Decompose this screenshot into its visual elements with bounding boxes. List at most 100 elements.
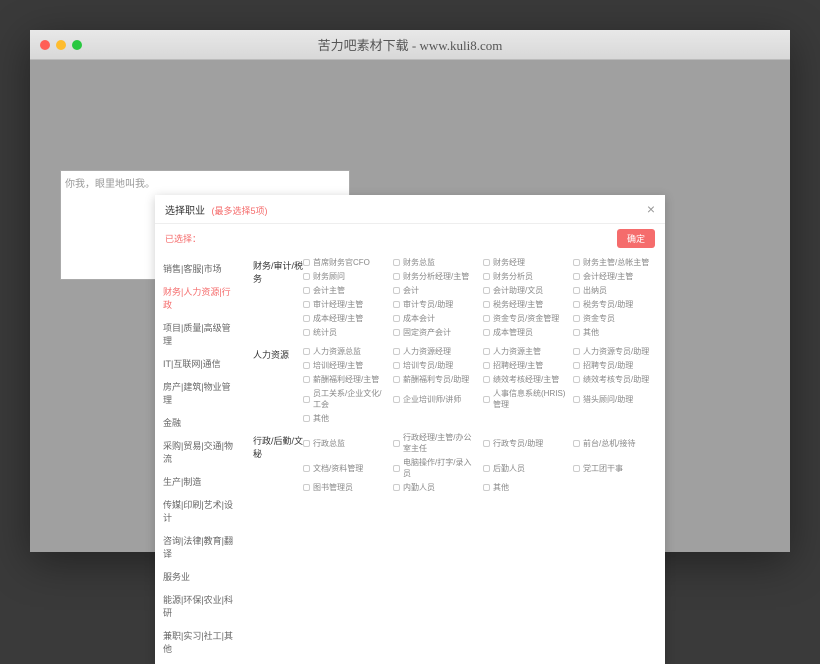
job-option[interactable]: 财务顾问 <box>303 271 389 282</box>
job-option[interactable]: 财务分析员 <box>483 271 569 282</box>
job-label: 员工关系/企业文化/工会 <box>313 388 389 410</box>
titlebar: 苦力吧素材下载 - www.kuli8.com <box>30 30 790 60</box>
job-option[interactable]: 税务经理/主管 <box>483 299 569 310</box>
checkbox-icon <box>303 465 310 472</box>
confirm-button[interactable]: 确定 <box>617 229 655 248</box>
job-option[interactable]: 财务总监 <box>393 257 479 268</box>
job-label: 首席财务官CFO <box>313 257 370 268</box>
job-option[interactable]: 后勤人员 <box>483 457 569 479</box>
job-option[interactable]: 人力资源主管 <box>483 346 569 357</box>
job-option[interactable]: 资金专员 <box>573 313 659 324</box>
sidebar-item[interactable]: 生产|制造 <box>155 470 247 493</box>
checkbox-icon <box>393 484 400 491</box>
job-label: 会计经理/主管 <box>583 271 633 282</box>
sidebar-item[interactable]: 能源|环保|农业|科研 <box>155 588 247 624</box>
job-option[interactable]: 绩效考核专员/助理 <box>573 374 659 385</box>
checkbox-icon <box>393 376 400 383</box>
job-option[interactable]: 固定资产会计 <box>393 327 479 338</box>
checkbox-icon <box>303 259 310 266</box>
job-option[interactable]: 培训专员/助理 <box>393 360 479 371</box>
checkbox-icon <box>483 376 490 383</box>
job-option[interactable]: 其他 <box>303 413 389 424</box>
job-option[interactable]: 文档/资料管理 <box>303 457 389 479</box>
job-label: 行政总监 <box>313 438 345 449</box>
checkbox-icon <box>303 484 310 491</box>
job-option[interactable]: 培训经理/主管 <box>303 360 389 371</box>
checkbox-icon <box>393 273 400 280</box>
job-option[interactable]: 会计经理/主管 <box>573 271 659 282</box>
job-label: 其他 <box>313 413 329 424</box>
job-option[interactable]: 统计员 <box>303 327 389 338</box>
job-option[interactable]: 财务主管/总帐主管 <box>573 257 659 268</box>
job-option[interactable]: 行政专员/助理 <box>483 432 569 454</box>
sidebar-item[interactable]: 金融 <box>155 411 247 434</box>
sidebar-item[interactable]: 兼职|实习|社工|其他 <box>155 624 247 660</box>
job-label: 其他 <box>583 327 599 338</box>
job-label: 培训专员/助理 <box>403 360 453 371</box>
job-option[interactable]: 出纳员 <box>573 285 659 296</box>
close-icon[interactable]: × <box>647 201 655 217</box>
job-label: 电脑操作/打字/录入员 <box>403 457 479 479</box>
job-option[interactable]: 行政经理/主管/办公室主任 <box>393 432 479 454</box>
job-label: 成本会计 <box>403 313 435 324</box>
job-option[interactable]: 猎头顾问/助理 <box>573 388 659 410</box>
job-label: 党工团干事 <box>583 463 623 474</box>
job-option[interactable]: 电脑操作/打字/录入员 <box>393 457 479 479</box>
job-label: 资金专员 <box>583 313 615 324</box>
job-option[interactable]: 人事信息系统(HRIS)管理 <box>483 388 569 410</box>
job-option[interactable]: 企业培训师/讲师 <box>393 388 479 410</box>
sidebar-item[interactable]: 房产|建筑|物业管理 <box>155 375 247 411</box>
sidebar-item[interactable]: 传媒|印刷|艺术|设计 <box>155 493 247 529</box>
job-option[interactable]: 成本会计 <box>393 313 479 324</box>
checkbox-icon <box>573 440 580 447</box>
sidebar-item[interactable]: 咨询|法律|教育|翻译 <box>155 529 247 565</box>
job-option[interactable]: 人力资源专员/助理 <box>573 346 659 357</box>
job-option[interactable]: 财务经理 <box>483 257 569 268</box>
job-option[interactable]: 薪酬福利专员/助理 <box>393 374 479 385</box>
job-option[interactable]: 资金专员/资金管理 <box>483 313 569 324</box>
job-option[interactable]: 绩效考核经理/主管 <box>483 374 569 385</box>
job-option[interactable]: 内勤人员 <box>393 482 479 493</box>
job-option[interactable]: 会计助理/文员 <box>483 285 569 296</box>
job-option[interactable]: 其他 <box>483 482 569 493</box>
job-label: 猎头顾问/助理 <box>583 394 633 405</box>
job-option[interactable]: 财务分析经理/主管 <box>393 271 479 282</box>
group-title: 行政/后勤/文秘 <box>253 432 303 493</box>
job-label: 绩效考核经理/主管 <box>493 374 559 385</box>
sidebar-item[interactable]: 服务业 <box>155 565 247 588</box>
checkbox-icon <box>483 273 490 280</box>
job-option[interactable]: 行政总监 <box>303 432 389 454</box>
job-option[interactable]: 成本经理/主管 <box>303 313 389 324</box>
job-option[interactable]: 会计主管 <box>303 285 389 296</box>
sidebar-item[interactable]: 销售|客服|市场 <box>155 257 247 280</box>
job-option[interactable]: 人力资源总监 <box>303 346 389 357</box>
job-option[interactable]: 招聘专员/助理 <box>573 360 659 371</box>
job-option[interactable]: 审计经理/主管 <box>303 299 389 310</box>
job-option[interactable]: 员工关系/企业文化/工会 <box>303 388 389 410</box>
job-option[interactable]: 会计 <box>393 285 479 296</box>
job-option[interactable]: 审计专员/助理 <box>393 299 479 310</box>
sidebar-item[interactable]: 财务|人力资源|行政 <box>155 280 247 316</box>
category-sidebar: 销售|客服|市场财务|人力资源|行政项目|质量|高级管理IT|互联网|通信房产|… <box>155 253 247 664</box>
job-option[interactable]: 图书管理员 <box>303 482 389 493</box>
job-label: 行政经理/主管/办公室主任 <box>403 432 479 454</box>
sidebar-item[interactable]: 项目|质量|高级管理 <box>155 316 247 352</box>
job-option[interactable]: 首席财务官CFO <box>303 257 389 268</box>
job-option[interactable]: 人力资源经理 <box>393 346 479 357</box>
checkbox-icon <box>303 376 310 383</box>
sidebar-item[interactable]: IT|互联网|通信 <box>155 352 247 375</box>
job-option[interactable]: 招聘经理/主管 <box>483 360 569 371</box>
job-label: 税务专员/助理 <box>583 299 633 310</box>
checkbox-icon <box>483 362 490 369</box>
job-label: 财务总监 <box>403 257 435 268</box>
job-option[interactable]: 成本管理员 <box>483 327 569 338</box>
sidebar-item[interactable]: 采购|贸易|交通|物流 <box>155 434 247 470</box>
checkbox-icon <box>573 376 580 383</box>
group-title: 财务/审计/税务 <box>253 257 303 338</box>
job-option[interactable]: 其他 <box>573 327 659 338</box>
job-option[interactable]: 前台/总机/接待 <box>573 432 659 454</box>
checkbox-icon <box>483 465 490 472</box>
job-option[interactable]: 税务专员/助理 <box>573 299 659 310</box>
job-option[interactable]: 薪酬福利经理/主管 <box>303 374 389 385</box>
job-option[interactable]: 党工团干事 <box>573 457 659 479</box>
